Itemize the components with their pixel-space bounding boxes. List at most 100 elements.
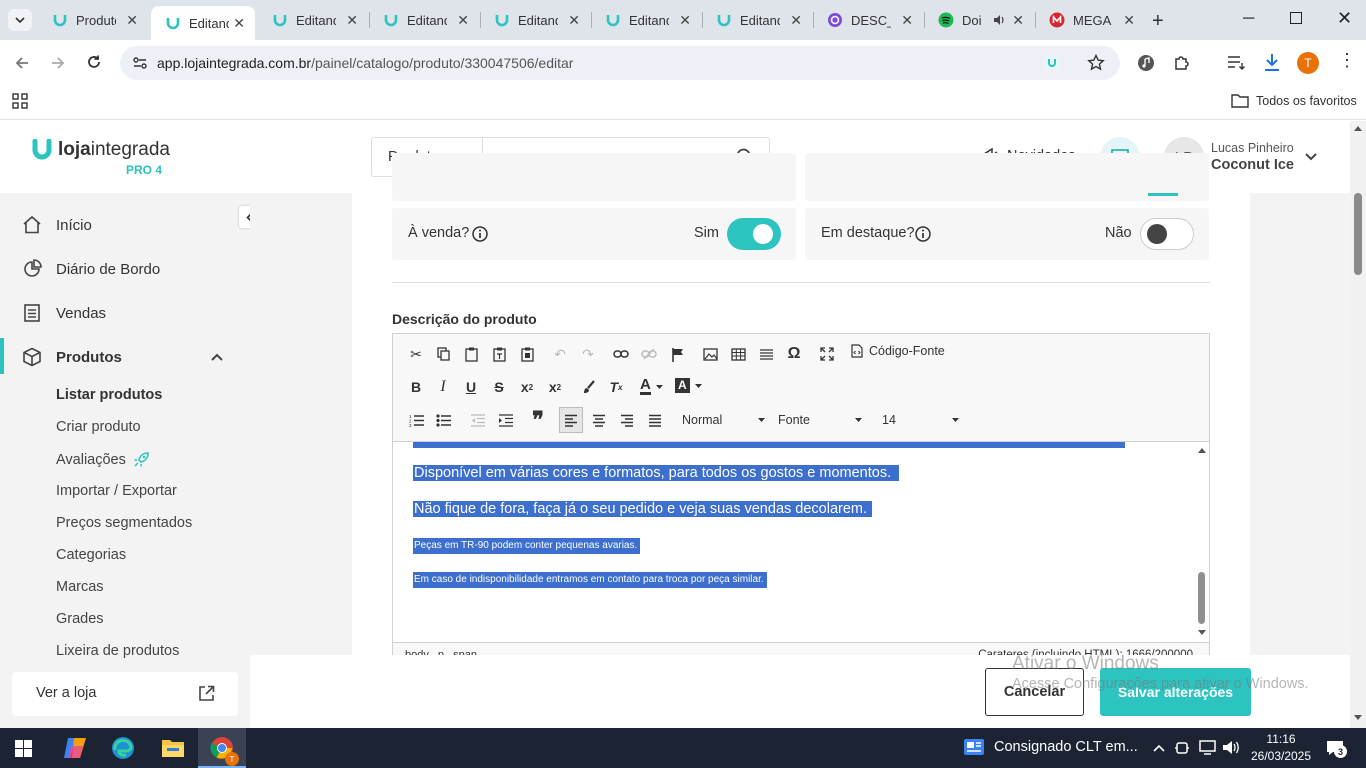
close-icon[interactable]: ✕: [790, 12, 802, 29]
notification-center[interactable]: 3: [1325, 739, 1347, 758]
copy-icon[interactable]: [432, 343, 454, 365]
sidebar-item-vendas[interactable]: Vendas: [22, 303, 106, 323]
edge-icon[interactable]: [111, 736, 135, 760]
bold-icon[interactable]: B: [405, 376, 427, 398]
special-char-icon[interactable]: Ω: [783, 343, 805, 365]
align-right-icon[interactable]: [616, 409, 638, 431]
sidebar-subitem-criar[interactable]: Criar produto: [56, 419, 141, 435]
copilot-icon[interactable]: [62, 736, 88, 760]
clock-time[interactable]: 11:16: [1250, 732, 1312, 746]
close-icon[interactable]: ✕: [346, 12, 358, 29]
media-icon[interactable]: [1137, 54, 1155, 72]
speaker-icon[interactable]: [992, 13, 1006, 27]
outdent-icon[interactable]: [466, 409, 488, 431]
close-icon[interactable]: ✕: [457, 12, 469, 29]
bookmark-star-icon[interactable]: [1087, 54, 1105, 72]
justify-icon[interactable]: [644, 409, 666, 431]
image-icon[interactable]: [699, 343, 721, 365]
sidebar-subitem-listar[interactable]: Listar produtos: [56, 387, 162, 403]
clock-date[interactable]: 26/03/2025: [1250, 749, 1312, 763]
copy-format-brush-icon[interactable]: [577, 376, 599, 398]
back-arrow-icon[interactable]: [14, 55, 30, 71]
volume-icon[interactable]: [1222, 739, 1240, 756]
tab-search-button[interactable]: [8, 9, 32, 31]
anchor-flag-icon[interactable]: [666, 343, 688, 365]
minimize-button[interactable]: ─: [1243, 10, 1254, 28]
taskbar-chrome[interactable]: T: [198, 728, 246, 768]
align-center-icon[interactable]: [588, 409, 610, 431]
chevron-down-icon[interactable]: [1305, 153, 1317, 161]
reload-icon[interactable]: [86, 54, 102, 70]
strikethrough-icon[interactable]: S: [488, 376, 510, 398]
chevron-up-icon[interactable]: [211, 353, 223, 361]
underline-icon[interactable]: U: [460, 376, 482, 398]
link-icon[interactable]: [610, 343, 632, 365]
profile-avatar[interactable]: T: [1297, 52, 1319, 74]
chevron-up-icon[interactable]: [1153, 744, 1165, 752]
close-icon[interactable]: ✕: [126, 12, 138, 29]
subscript-icon[interactable]: x2: [516, 376, 538, 398]
superscript-icon[interactable]: x2: [544, 376, 566, 398]
close-icon[interactable]: ✕: [1012, 12, 1024, 29]
close-icon[interactable]: ✕: [568, 12, 580, 29]
sidebar-item-produtos[interactable]: Produtos: [22, 347, 122, 367]
paste-text-icon[interactable]: [488, 343, 510, 365]
chrome-menu-icon[interactable]: ⋮: [1338, 50, 1356, 71]
sidebar-subitem-importar[interactable]: Importar / Exportar: [56, 483, 177, 499]
tab-produto[interactable]: Produto ✕: [38, 6, 148, 34]
blockquote-icon[interactable]: ❞: [527, 407, 549, 432]
extensions-puzzle-icon[interactable]: [1173, 53, 1191, 71]
window-close-button[interactable]: ✕: [1337, 8, 1352, 29]
close-icon[interactable]: ✕: [901, 12, 913, 29]
loja-extension-icon[interactable]: [1045, 56, 1059, 70]
view-store-button[interactable]: Ver a loja: [12, 672, 238, 716]
tab-editando[interactable]: Editando ✕: [591, 6, 701, 34]
sidebar-item-diario[interactable]: Diário de Bordo: [22, 259, 160, 279]
align-left-icon[interactable]: [559, 407, 583, 433]
source-button[interactable]: Código-Fonte: [851, 344, 945, 358]
sidebar-item-inicio[interactable]: Início: [22, 215, 92, 235]
format-select[interactable]: Normal: [682, 413, 772, 427]
tab-editando[interactable]: Editando ✕: [369, 6, 479, 34]
network-icon[interactable]: [1199, 740, 1216, 755]
numbered-list-icon[interactable]: 123: [405, 409, 427, 431]
brand-logo[interactable]: loja integrada: [32, 139, 170, 161]
address-bar[interactable]: app.lojaintegrada.com.br/painel/catalogo…: [120, 46, 1120, 80]
tab-mega[interactable]: MEGA ✕: [1035, 6, 1145, 34]
sidebar-subitem-avaliacoes[interactable]: Avaliações: [56, 451, 150, 468]
bullet-list-icon[interactable]: [432, 409, 454, 431]
apps-grid-icon[interactable]: [12, 93, 28, 109]
info-icon[interactable]: [472, 226, 488, 242]
windows-start-icon[interactable]: [15, 740, 32, 757]
table-icon[interactable]: [727, 343, 749, 365]
unlink-icon[interactable]: [638, 343, 660, 365]
remove-format-icon[interactable]: Tx: [605, 376, 627, 398]
text-color-button[interactable]: A: [640, 377, 663, 395]
sidebar-subitem-marcas[interactable]: Marcas: [56, 579, 104, 595]
sidebar-subitem-categorias[interactable]: Categorias: [56, 547, 126, 563]
paste-word-icon[interactable]: [516, 343, 538, 365]
sidebar-subitem-lixeira[interactable]: Lixeira de produtos: [56, 643, 179, 659]
editor-scrollbar[interactable]: [1194, 442, 1209, 642]
tab-editando[interactable]: Editando ✕: [702, 6, 812, 34]
undo-icon[interactable]: ↶: [549, 343, 571, 365]
for-sale-toggle[interactable]: [727, 218, 781, 250]
maximize-icon[interactable]: [816, 343, 838, 365]
tab-spotify[interactable]: Doi ✕: [924, 6, 1034, 34]
all-bookmarks-button[interactable]: Todos os favoritos: [1231, 93, 1357, 108]
font-select[interactable]: Fonte: [778, 413, 868, 427]
taskbar-notification[interactable]: Consignado CLT em...: [963, 738, 1138, 756]
close-icon[interactable]: ✕: [233, 15, 245, 32]
paste-icon[interactable]: [460, 343, 482, 365]
tab-canva[interactable]: DESC_N ✕: [813, 6, 923, 34]
close-icon[interactable]: ✕: [1123, 12, 1135, 29]
font-size-select[interactable]: 14: [882, 413, 972, 427]
meet-icon[interactable]: [1175, 740, 1189, 756]
close-icon[interactable]: ✕: [679, 12, 691, 29]
reading-list-icon[interactable]: [1227, 54, 1245, 70]
sidebar-subitem-grades[interactable]: Grades: [56, 611, 104, 627]
tab-editando[interactable]: Editando ✕: [480, 6, 590, 34]
tab-editando-active[interactable]: Editando ✕: [151, 6, 255, 40]
background-color-button[interactable]: A: [675, 378, 702, 393]
new-tab-button[interactable]: +: [1152, 10, 1164, 33]
